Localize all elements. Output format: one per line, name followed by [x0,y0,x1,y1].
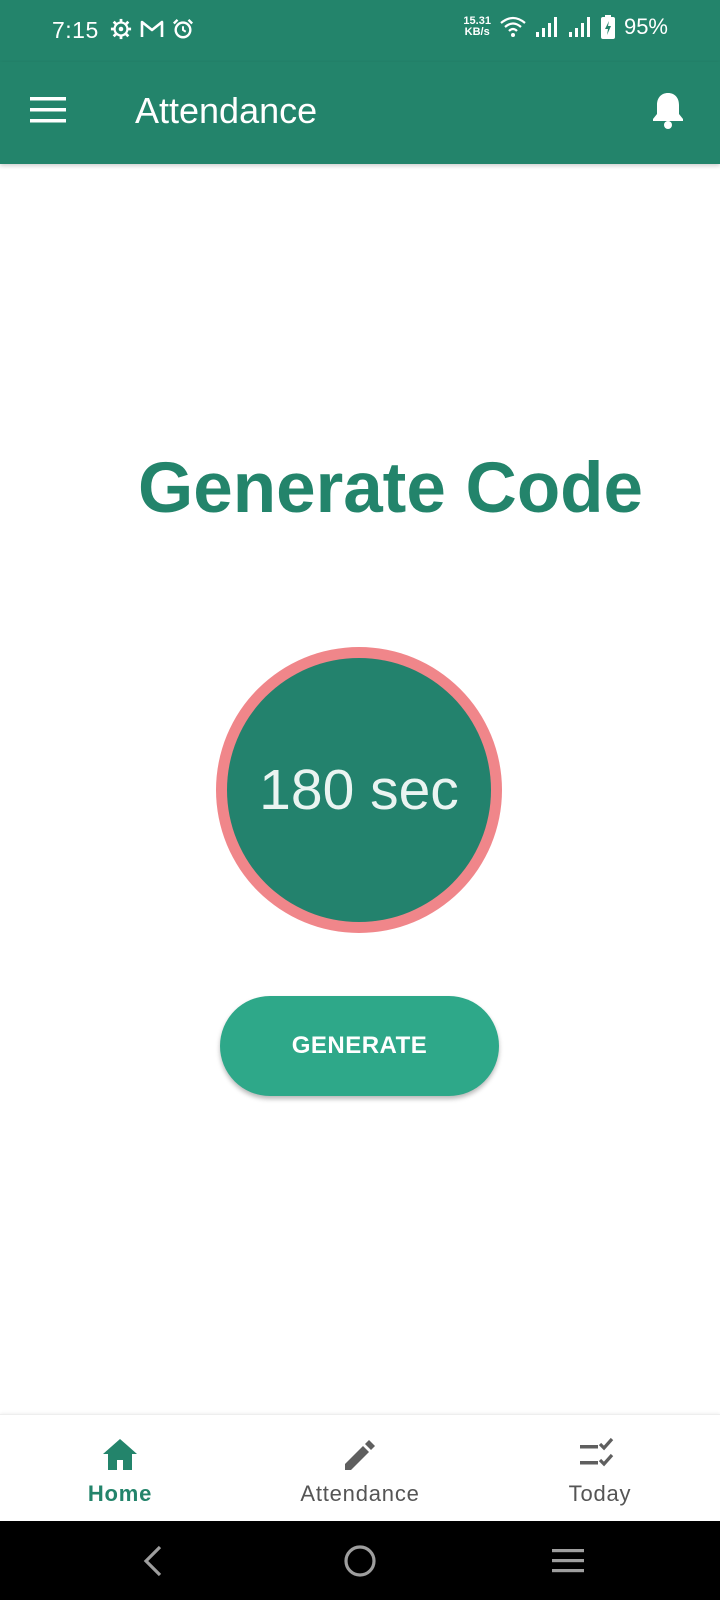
settings-gear-icon [110,18,132,40]
system-navigation-bar [0,1521,720,1600]
app-screen: 7:15 15.31 KB/s 95% Attendance Generate … [0,0,720,1600]
battery-charging-icon [600,15,615,39]
nav-item-home[interactable]: Home [0,1415,240,1522]
generate-button[interactable]: GENERATE [220,996,499,1096]
home-circle-icon [344,1545,376,1577]
home-icon [103,1439,137,1470]
system-back-button[interactable] [132,1539,176,1583]
net-speed-unit: KB/s [464,26,490,38]
signal-icon [535,17,557,37]
menu-button[interactable] [30,94,74,134]
bottom-navigation: Home Attendance Today [0,1414,720,1521]
generate-code-heading: Generate Code [138,449,644,528]
signal-icon [568,17,590,37]
nav-label-today: Today [568,1481,632,1506]
system-home-button[interactable] [338,1539,382,1583]
page-title: Attendance [135,90,318,131]
nav-label-attendance: Attendance [300,1481,420,1506]
alarm-icon [172,18,194,39]
recents-menu-icon [552,1549,584,1573]
back-icon [143,1545,162,1577]
notifications-button[interactable] [650,90,694,134]
nav-item-today[interactable]: Today [480,1415,720,1522]
battery-percent: 95% [623,14,668,39]
bell-icon [653,93,683,129]
status-time: 7:15 [52,17,99,43]
wifi-icon [500,16,526,37]
hamburger-menu-icon [30,97,66,123]
net-speed: 15.31 KB/s [463,16,491,38]
system-recents-button[interactable] [546,1539,590,1583]
timer-ring: 180 sec [216,647,502,933]
app-bar: Attendance [0,62,720,164]
nav-item-attendance[interactable]: Attendance [240,1415,480,1522]
gmail-icon [140,20,164,37]
timer-circle: 180 sec [227,658,491,922]
timer-countdown: 180 sec [259,758,459,822]
nav-label-home: Home [87,1481,153,1506]
system-status: 15.31 KB/s 95% [463,14,668,40]
checklist-icon [580,1437,614,1467]
pencil-icon [345,1440,375,1470]
status-bar: 7:15 15.31 KB/s 95% [0,0,720,62]
notification-icons [110,18,194,40]
